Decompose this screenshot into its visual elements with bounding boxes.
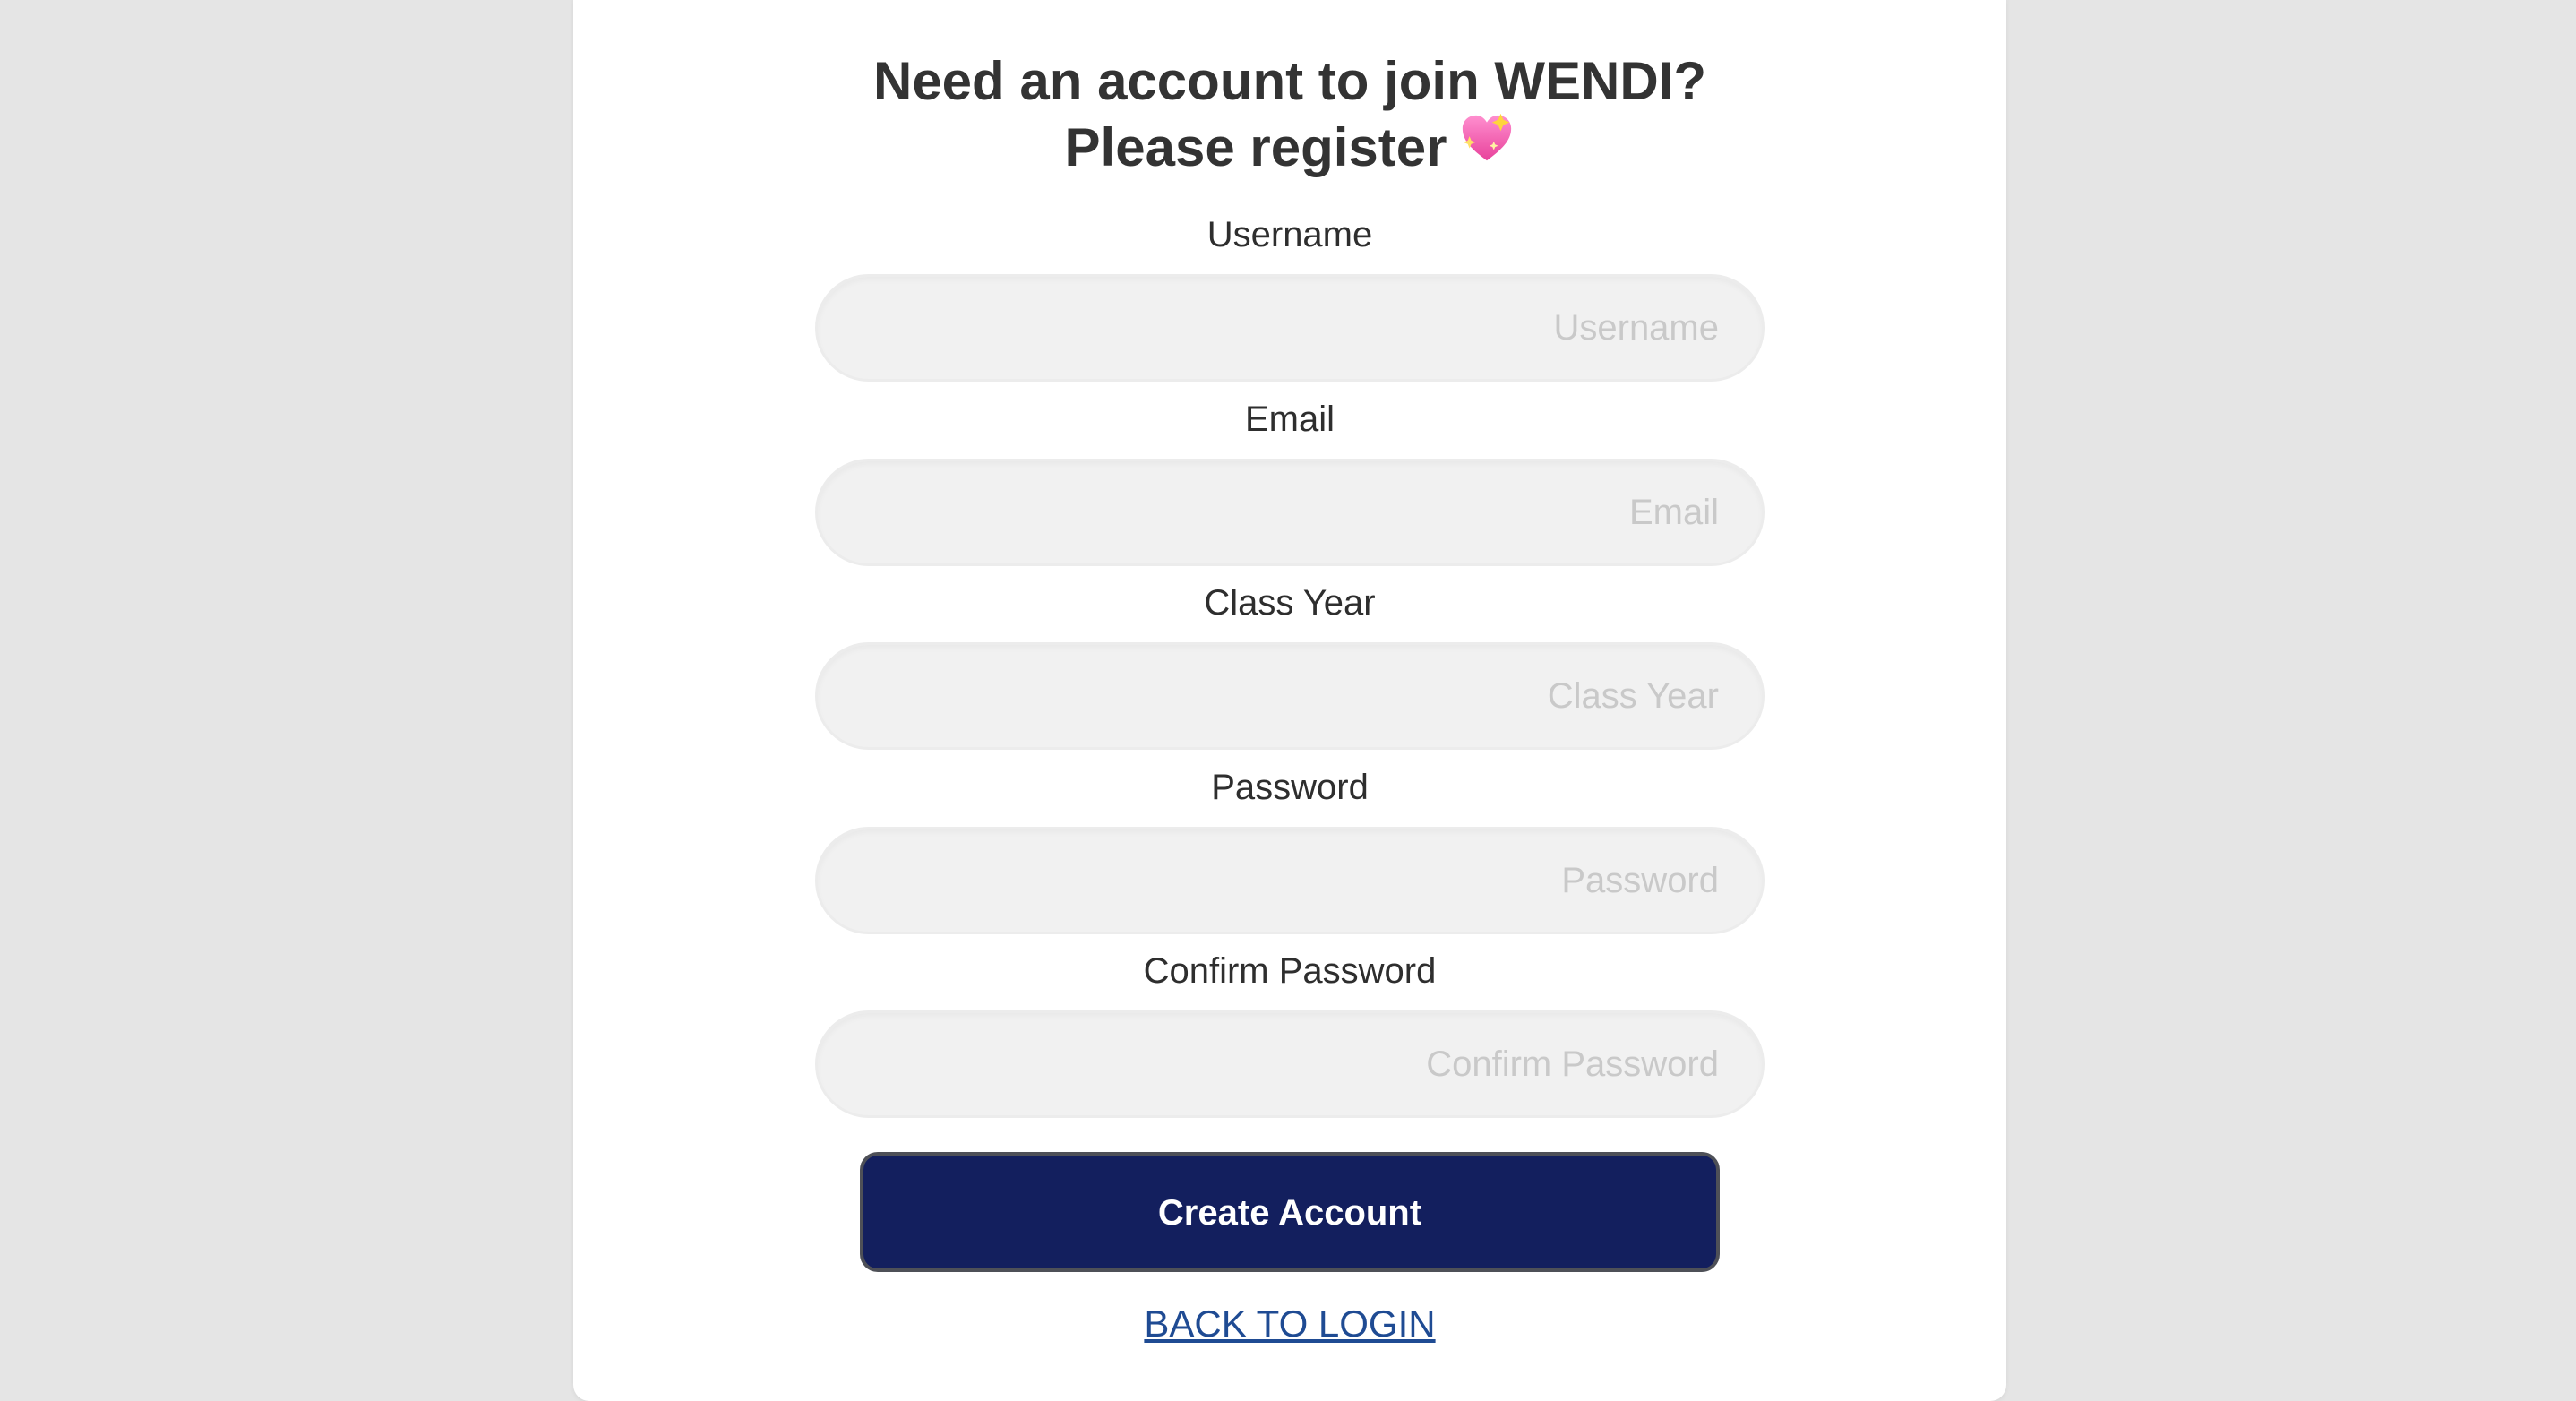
confirm-password-input[interactable] [818, 1013, 1762, 1115]
title-line-2: Please register [1064, 117, 1447, 177]
back-to-login-wrap: BACK TO LOGIN [573, 1301, 2006, 1347]
back-to-login-link[interactable]: BACK TO LOGIN [1144, 1302, 1435, 1345]
password-label: Password [1211, 768, 1369, 807]
class-year-label: Class Year [1204, 583, 1376, 623]
sparkling-heart-icon [1459, 110, 1515, 181]
username-field-wrap [815, 274, 1765, 382]
class-year-input[interactable] [818, 645, 1762, 747]
title-line-2-wrap: Please register [573, 113, 2006, 181]
password-input[interactable] [818, 829, 1762, 932]
username-label: Username [1206, 215, 1373, 254]
page-title: Need an account to join WENDI? Please re… [573, 48, 2006, 181]
password-field-wrap [815, 827, 1765, 934]
class-year-field-wrap [815, 642, 1765, 750]
register-card: Need an account to join WENDI? Please re… [573, 0, 2006, 1401]
email-input[interactable] [818, 461, 1762, 563]
confirm-password-field-wrap [815, 1010, 1765, 1118]
title-line-1: Need an account to join WENDI? [872, 51, 1707, 111]
confirm-password-label: Confirm Password [1143, 951, 1437, 991]
create-account-button[interactable]: Create Account [860, 1152, 1720, 1272]
email-label: Email [1244, 400, 1335, 439]
email-field-wrap [815, 459, 1765, 566]
username-input[interactable] [818, 277, 1762, 379]
